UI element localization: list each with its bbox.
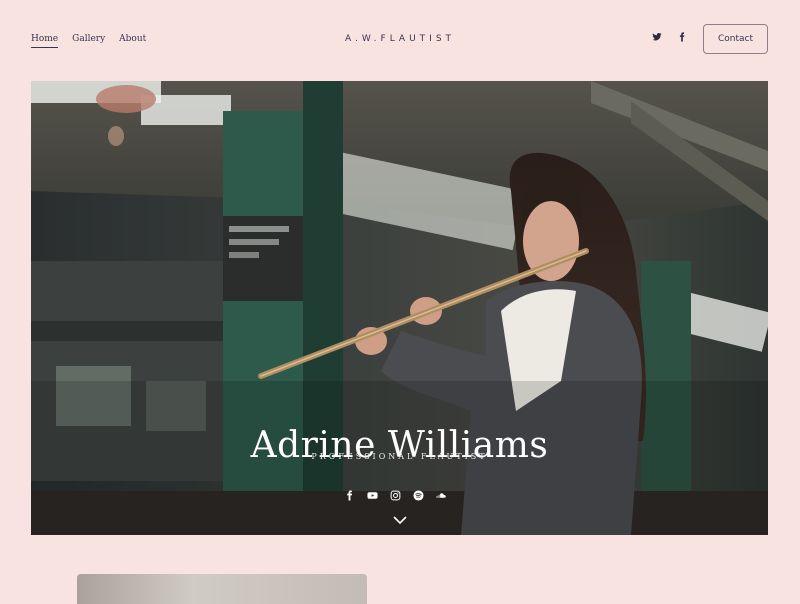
- site-header: Home Gallery About A.W.FLAUTIST Contact: [0, 0, 800, 80]
- hero-subtitle: PROFESSIONAL FLAUTIST: [311, 452, 488, 461]
- hero-photo: [31, 81, 768, 535]
- twitter-icon[interactable]: [652, 32, 662, 42]
- facebook-icon[interactable]: [677, 32, 687, 42]
- facebook-icon[interactable]: [344, 490, 355, 501]
- instagram-icon[interactable]: [390, 490, 401, 501]
- soundcloud-icon[interactable]: [436, 490, 447, 501]
- spotify-icon[interactable]: [413, 490, 424, 501]
- header-social: [652, 32, 687, 42]
- hero-section: Adrine Williams PROFESSIONAL FLAUTIST: [31, 81, 768, 535]
- hero-social-links: [344, 490, 447, 501]
- youtube-icon[interactable]: [367, 490, 378, 501]
- scroll-down-chevron-icon[interactable]: [393, 515, 407, 525]
- contact-button[interactable]: Contact: [703, 24, 768, 54]
